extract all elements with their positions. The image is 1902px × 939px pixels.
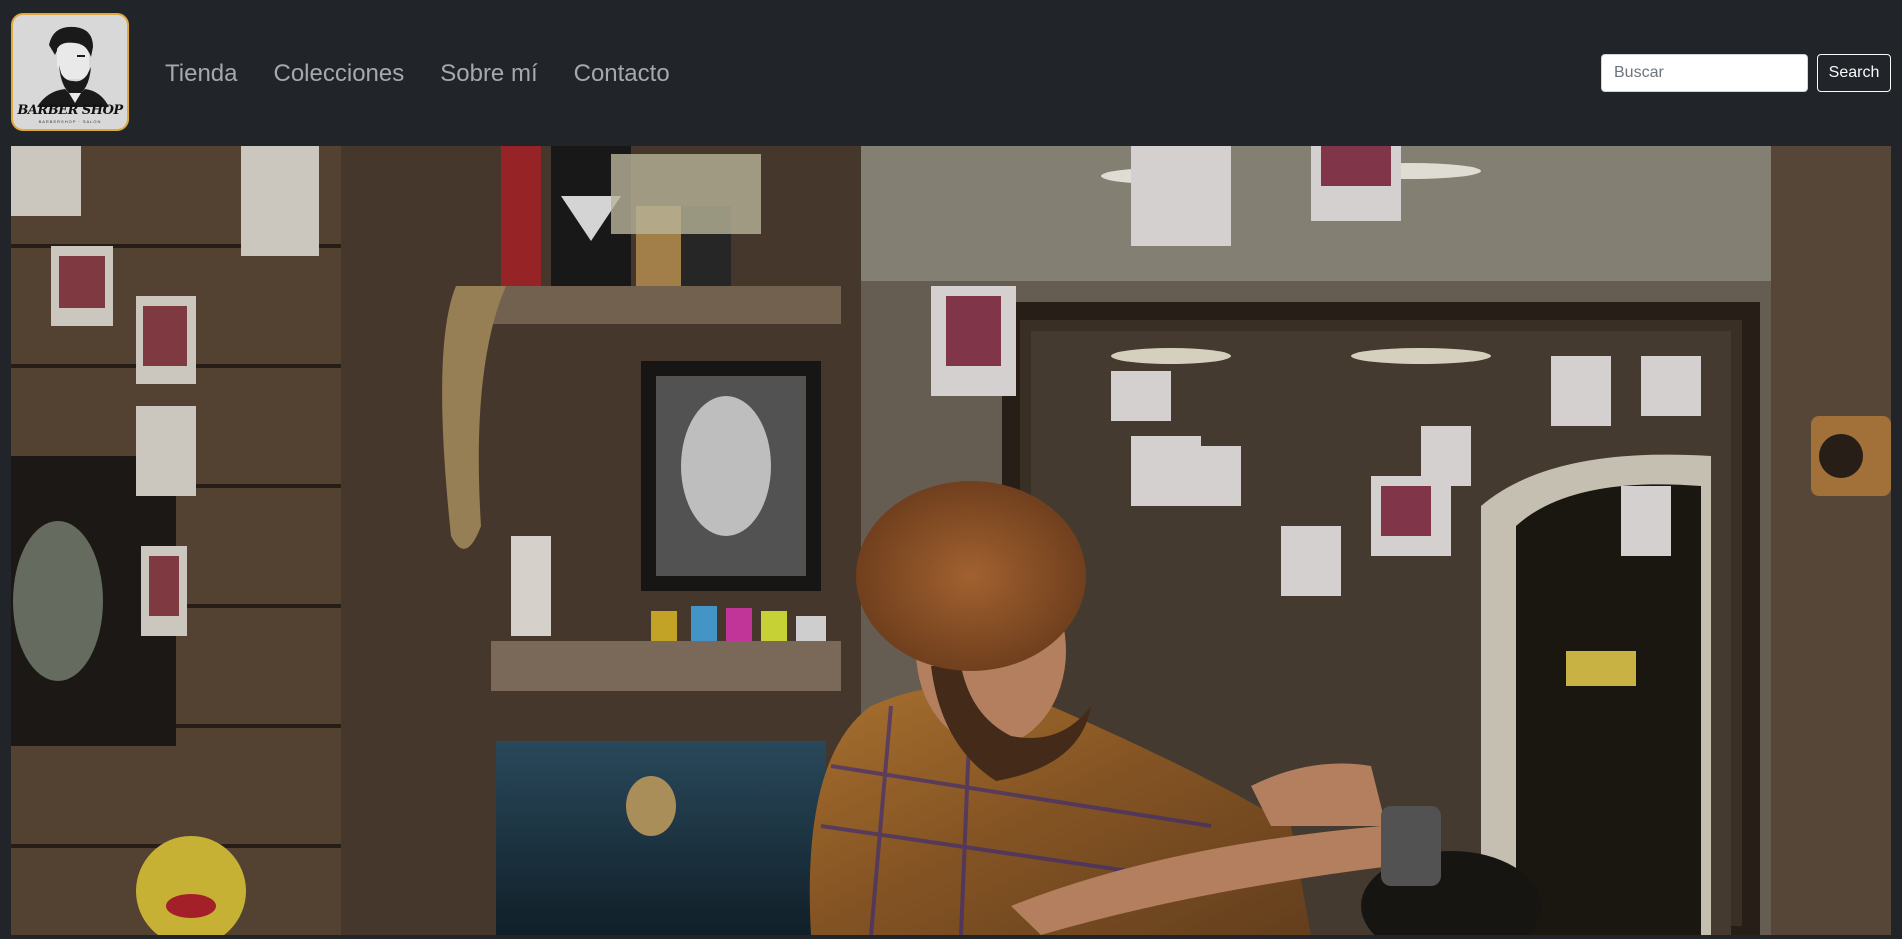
logo-subtext: BARBERSHOP · SALON — [38, 119, 102, 124]
nav-link-tienda[interactable]: Tienda — [165, 58, 238, 90]
nav-link-colecciones[interactable]: Colecciones — [274, 58, 405, 90]
barbershop-photo-icon — [11, 146, 1891, 935]
brand-logo[interactable]: BARBER SHOP BARBERSHOP · SALON — [11, 13, 129, 131]
search-button[interactable]: Search — [1817, 54, 1891, 92]
nav-link-sobre-mi[interactable]: Sobre mí — [440, 58, 537, 90]
nav-links: Tienda Colecciones Sobre mí Contacto — [165, 58, 670, 90]
logo-text: BARBER SHOP — [17, 103, 123, 118]
search-input[interactable] — [1601, 54, 1808, 92]
nav-link-contacto[interactable]: Contacto — [574, 58, 670, 90]
navbar: BARBER SHOP BARBERSHOP · SALON Tienda Co… — [0, 0, 1902, 145]
hero-image — [11, 146, 1891, 935]
